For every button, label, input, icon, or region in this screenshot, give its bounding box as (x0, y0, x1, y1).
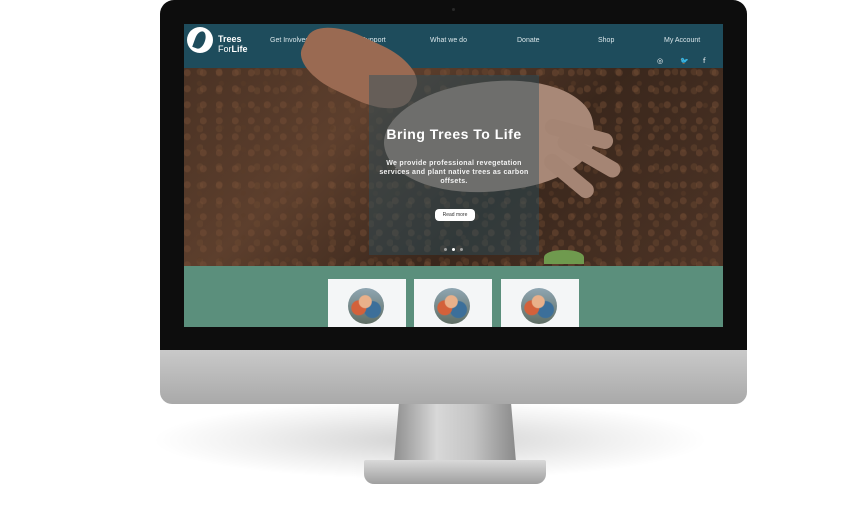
carousel-dot[interactable] (460, 248, 463, 251)
feature-card[interactable] (501, 279, 579, 327)
twitter-icon[interactable]: 🐦 (680, 57, 689, 65)
monitor-stand-base (364, 460, 546, 484)
feature-card[interactable] (328, 279, 406, 327)
leaf-icon (192, 29, 208, 51)
brand-life: Life (231, 44, 248, 54)
nav-shop[interactable]: Shop (598, 37, 614, 44)
feature-card-photo (434, 288, 470, 324)
hero-banner: Bring Trees To Life We provide professio… (184, 24, 723, 266)
hero-title: Bring Trees To Life (386, 126, 522, 142)
carousel-dot[interactable] (444, 248, 447, 251)
hero-subtitle: We provide professional revegetation ser… (379, 160, 529, 185)
monitor-stand (394, 404, 516, 462)
feature-card-photo (348, 288, 384, 324)
carousel-dot-active[interactable] (452, 248, 455, 251)
facebook-icon[interactable]: f (703, 57, 705, 65)
hero-photo-seedling (544, 250, 584, 264)
feature-section (184, 266, 723, 327)
feature-card-photo (521, 288, 557, 324)
site-header: Trees ForLife Get Involved Get Support W… (184, 24, 723, 68)
nav-donate[interactable]: Donate (517, 37, 540, 44)
monitor-chin (160, 350, 747, 404)
brand-name-line1: Trees (218, 34, 242, 44)
logo-icon[interactable] (187, 27, 213, 53)
brand-for: For (218, 44, 232, 54)
website-screen: Trees ForLife Get Involved Get Support W… (184, 24, 723, 327)
feature-card[interactable] (414, 279, 492, 327)
instagram-icon[interactable]: ◎ (657, 57, 663, 65)
nav-my-account[interactable]: My Account (664, 37, 700, 44)
nav-what-we-do[interactable]: What we do (430, 37, 467, 44)
brand-name-line2: ForLife (218, 44, 248, 54)
read-more-button[interactable]: Read more (435, 209, 475, 221)
camera-icon (452, 8, 455, 11)
